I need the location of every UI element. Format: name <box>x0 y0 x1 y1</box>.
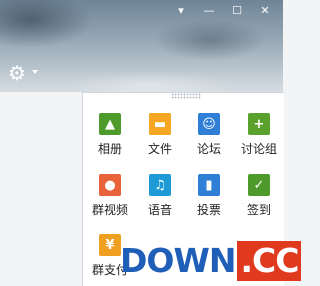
title-bar: ▾ — ☐ ✕ ⚙ <box>0 0 283 92</box>
check-in-icon: ✓ <box>248 174 270 196</box>
close-icon[interactable]: ✕ <box>251 2 279 18</box>
app-forum[interactable]: ☺ 论坛 <box>186 113 232 165</box>
group-video-icon: ● <box>99 174 121 196</box>
app-voice[interactable]: ♫ 语音 <box>137 174 183 226</box>
watermark-logo: DOWN .CC <box>120 236 302 285</box>
minimize-icon[interactable]: — <box>195 2 223 18</box>
watermark-text-down: DOWN <box>120 241 236 280</box>
gear-icon[interactable]: ⚙ <box>6 61 28 85</box>
skin-icon[interactable]: ▾ <box>167 2 195 18</box>
app-files[interactable]: ▬ 文件 <box>137 113 183 165</box>
voice-icon: ♫ <box>149 174 171 196</box>
photo-album-icon: ▲ <box>99 113 121 135</box>
watermark-text-cc: .CC <box>237 240 302 281</box>
app-label: 相册 <box>97 142 122 156</box>
app-label: 论坛 <box>196 142 221 156</box>
app-label: 群视频 <box>91 203 128 217</box>
app-label: 讨论组 <box>240 142 277 156</box>
app-label: 签到 <box>246 203 271 217</box>
app-check-in[interactable]: ✓ 签到 <box>236 174 282 226</box>
app-label: 投票 <box>196 203 221 217</box>
vote-icon: ▮ <box>198 174 220 196</box>
app-photo-album[interactable]: ▲ 相册 <box>87 113 133 165</box>
discussion-group-icon: + <box>248 113 270 135</box>
app-label: 文件 <box>147 142 172 156</box>
panel-grip[interactable] <box>171 93 201 99</box>
maximize-icon[interactable]: ☐ <box>223 2 251 18</box>
group-payment-icon: ¥ <box>99 234 121 256</box>
app-label: 语音 <box>147 203 172 217</box>
app-group-video[interactable]: ● 群视频 <box>87 174 133 226</box>
window-controls: ▾ — ☐ ✕ <box>167 2 279 18</box>
chevron-down-icon[interactable] <box>32 70 38 74</box>
app-discussion-group[interactable]: + 讨论组 <box>236 113 282 165</box>
folder-icon: ▬ <box>149 113 171 135</box>
forum-icon: ☺ <box>198 113 220 135</box>
app-vote[interactable]: ▮ 投票 <box>186 174 232 226</box>
